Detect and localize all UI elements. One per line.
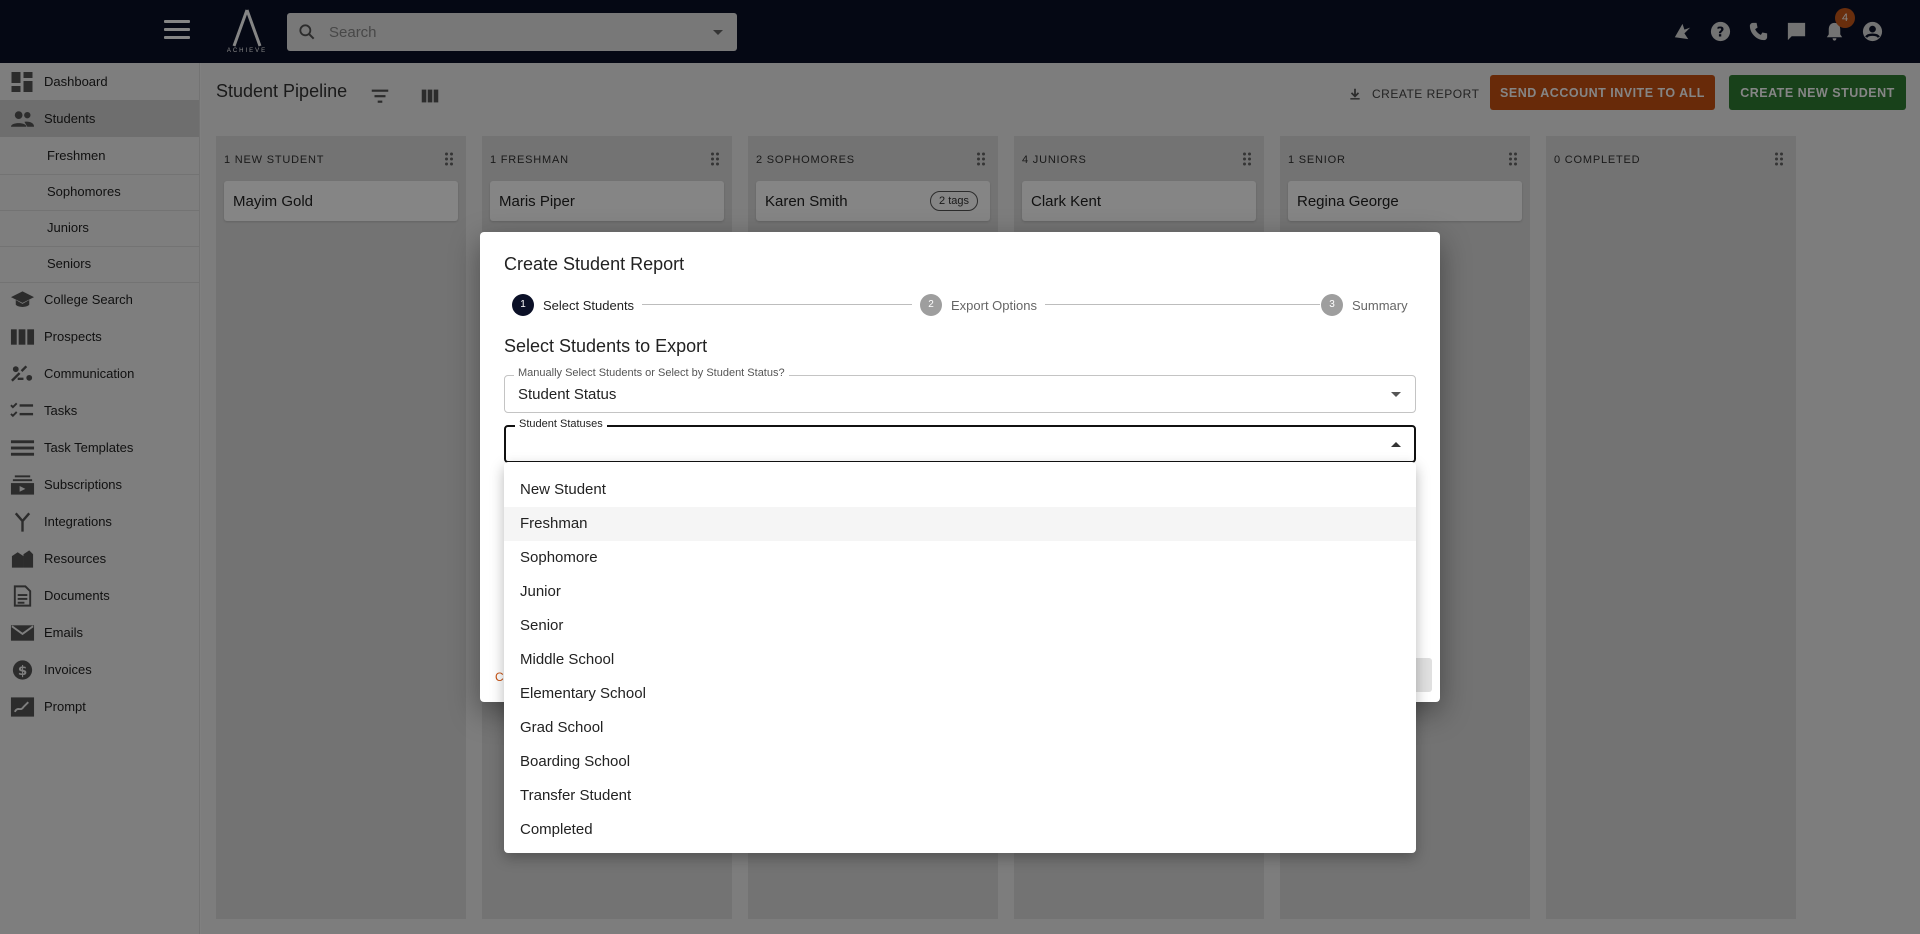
cancel-button[interactable]: C xyxy=(495,670,504,684)
stepper-step-select-students: 1 Select Students xyxy=(512,294,634,316)
student-statuses-select[interactable]: Student Statuses xyxy=(504,418,1416,463)
dialog-title: Create Student Report xyxy=(504,254,685,274)
option-junior[interactable]: Junior xyxy=(504,575,1416,609)
stepper-step-summary: 3 Summary xyxy=(1321,294,1408,316)
option-boarding-school[interactable]: Boarding School xyxy=(504,745,1416,779)
option-new-student[interactable]: New Student xyxy=(504,473,1416,507)
option-elementary-school[interactable]: Elementary School xyxy=(504,677,1416,711)
step-label: Summary xyxy=(1352,297,1408,313)
step-label: Select Students xyxy=(543,297,635,313)
stepper-connector xyxy=(642,304,912,305)
step-label: Export Options xyxy=(951,297,1037,313)
selection-mode-select[interactable]: Manually Select Students or Select by St… xyxy=(504,367,1416,413)
option-grad-school[interactable]: Grad School xyxy=(504,711,1416,745)
option-completed[interactable]: Completed xyxy=(504,813,1416,847)
step-number: 3 xyxy=(1321,294,1343,316)
option-middle-school[interactable]: Middle School xyxy=(504,643,1416,677)
stepper-connector xyxy=(1045,304,1320,305)
option-freshman[interactable]: Freshman xyxy=(504,507,1416,541)
field-label: Student Statuses xyxy=(515,418,607,430)
student-status-options-listbox: New Student Freshman Sophomore Junior Se… xyxy=(504,462,1416,853)
chevron-up-icon xyxy=(1391,442,1401,447)
step-number: 2 xyxy=(920,294,942,316)
option-transfer-student[interactable]: Transfer Student xyxy=(504,779,1416,813)
stepper-step-export-options: 2 Export Options xyxy=(920,294,1037,316)
chevron-down-icon xyxy=(1391,392,1401,397)
step-number: 1 xyxy=(512,294,534,316)
option-senior[interactable]: Senior xyxy=(504,609,1416,643)
section-title: Select Students to Export xyxy=(504,336,708,356)
field-label: Manually Select Students or Select by St… xyxy=(514,367,789,379)
field-value: Student Status xyxy=(518,386,617,403)
option-sophomore[interactable]: Sophomore xyxy=(504,541,1416,575)
